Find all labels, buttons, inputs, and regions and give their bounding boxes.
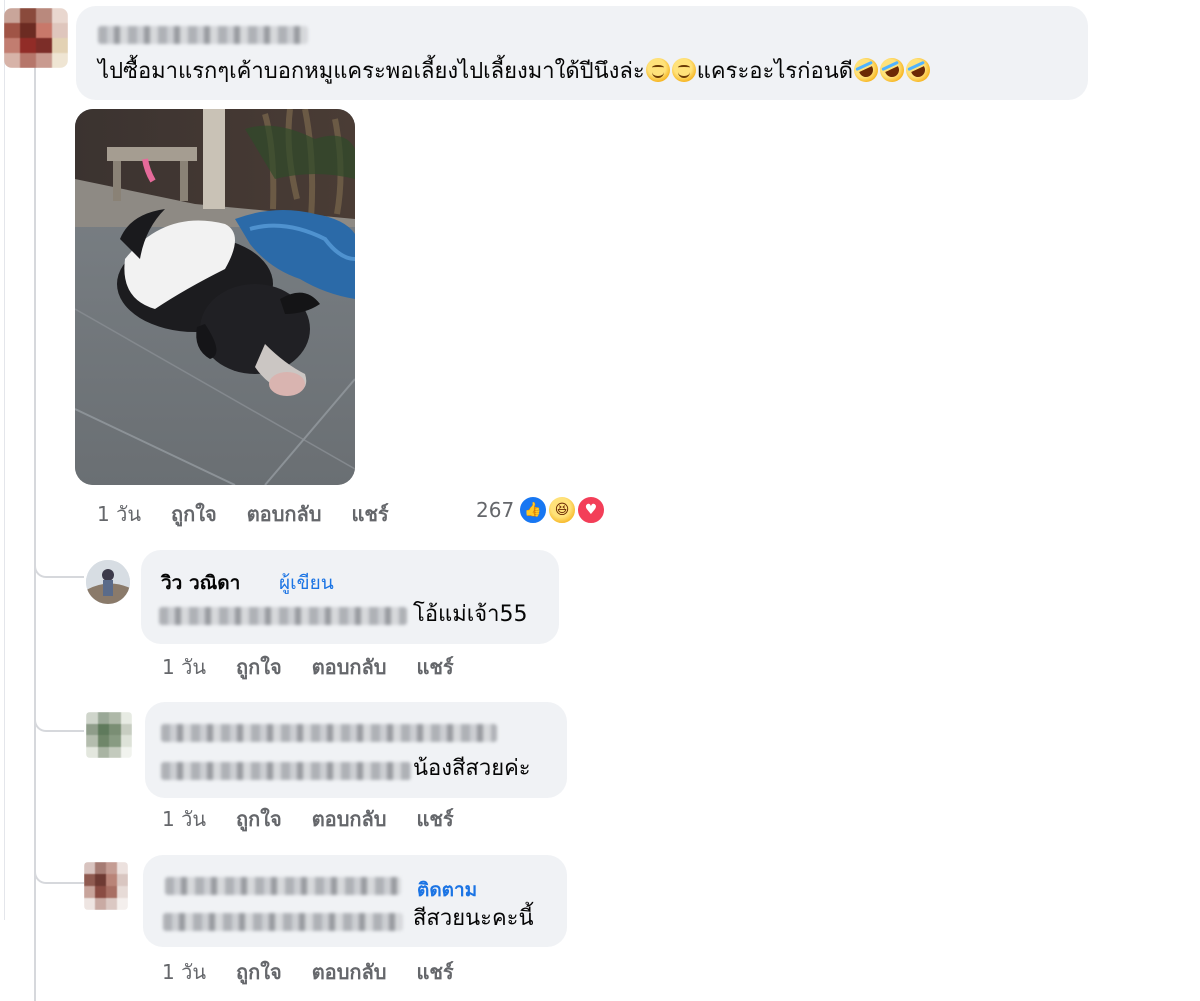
like-button[interactable]: ถูกใจ	[236, 803, 282, 835]
comment-timestamp[interactable]: 1 วัน	[97, 498, 141, 530]
reply-timestamp[interactable]: 1 วัน	[162, 803, 206, 835]
haha-reaction-icon[interactable]: 😆	[547, 495, 577, 525]
reply-bubble: ติดตาม สีสวยนะคะนี้	[143, 855, 567, 947]
like-button[interactable]: ถูกใจ	[236, 956, 282, 988]
reply-bubble: วิว วณิดา ผู้เขียน โอ้แม่เจ้า55	[141, 550, 559, 644]
comment-photo[interactable]	[75, 109, 355, 485]
share-button[interactable]: แชร์	[416, 956, 453, 988]
reaction-count[interactable]: 267	[476, 498, 514, 522]
avatar[interactable]	[4, 8, 68, 68]
reply-text: โอ้แม่เจ้า55	[413, 602, 528, 627]
reply-text: น้องสีสวยค่ะ	[413, 756, 531, 781]
rofl-icon	[850, 54, 882, 86]
frame-divider	[4, 0, 5, 920]
rofl-icon	[876, 54, 908, 86]
pig-photo	[75, 109, 355, 485]
reply-bubble: น้องสีสวยค่ะ	[145, 702, 567, 798]
reply-actions: 1 วัน ถูกใจ ตอบกลับ แชร์	[162, 651, 454, 683]
avatar[interactable]	[86, 712, 132, 758]
reply-connector	[34, 556, 84, 578]
redacted-text	[163, 913, 403, 931]
comment-text: ไปซื้อมาแรกๆเค้าบอกหมูแคระพอเลี้ยงไปเลี้…	[98, 54, 934, 86]
reply-timestamp[interactable]: 1 วัน	[162, 651, 206, 683]
comment-text-main: ไปซื้อมาแรกๆเค้าบอกหมูแคระพอเลี้ยงไปเลี้…	[98, 59, 645, 84]
grinning-face-icon	[645, 58, 670, 82]
reply-actions: 1 วัน ถูกใจ ตอบกลับ แชร์	[162, 803, 454, 835]
reply-button[interactable]: ตอบกลับ	[247, 498, 322, 530]
avatar[interactable]	[84, 862, 128, 910]
avatar[interactable]	[86, 560, 130, 604]
comment-text-tail: แคระอะไรก่อนดี	[696, 59, 854, 84]
author-name-redacted[interactable]	[165, 877, 401, 895]
like-reaction-icon[interactable]: 👍	[518, 495, 548, 525]
author-name-redacted[interactable]	[98, 26, 308, 44]
reply-connector	[34, 862, 84, 884]
reply-button[interactable]: ตอบกลับ	[312, 956, 387, 988]
reply-actions: 1 วัน ถูกใจ ตอบกลับ แชร์	[162, 956, 454, 988]
share-button[interactable]: แชร์	[416, 803, 453, 835]
reply-text: สีสวยนะคะนี้	[413, 906, 534, 931]
share-button[interactable]: แชร์	[351, 498, 388, 530]
share-button[interactable]: แชร์	[416, 651, 453, 683]
follow-button[interactable]: ติดตาม	[417, 875, 477, 905]
thread-connector	[34, 60, 36, 1001]
avatar-photo	[86, 560, 130, 604]
reply-button[interactable]: ตอบกลับ	[312, 651, 387, 683]
grinning-face-icon	[671, 58, 696, 82]
comment-bubble: ไปซื้อมาแรกๆเค้าบอกหมูแคระพอเลี้ยงไปเลี้…	[76, 6, 1088, 100]
like-button[interactable]: ถูกใจ	[171, 498, 217, 530]
reply-button[interactable]: ตอบกลับ	[312, 803, 387, 835]
redacted-text	[159, 607, 407, 625]
reply-timestamp[interactable]: 1 วัน	[162, 956, 206, 988]
reply-author-name[interactable]: วิว วณิดา	[161, 568, 240, 598]
reply-connector	[34, 710, 84, 732]
rofl-icon	[902, 54, 934, 86]
like-button[interactable]: ถูกใจ	[236, 651, 282, 683]
author-badge: ผู้เขียน	[279, 572, 334, 594]
redacted-text	[161, 762, 411, 780]
love-reaction-icon[interactable]: ♥	[576, 495, 606, 525]
comment-actions: 1 วัน ถูกใจ ตอบกลับ แชร์	[97, 498, 389, 530]
author-name-redacted[interactable]	[161, 724, 497, 742]
